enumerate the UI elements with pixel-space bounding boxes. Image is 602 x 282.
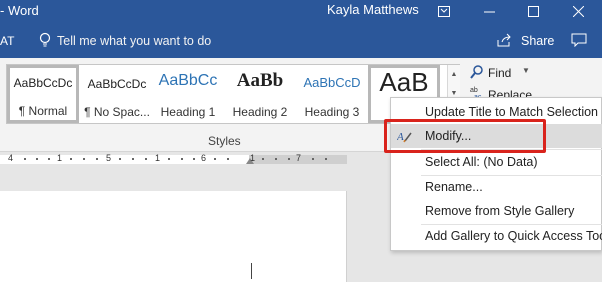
menu-item-rename[interactable]: Rename...: [391, 175, 602, 199]
ruler-tick: [48, 158, 50, 160]
menu-item-remove-from-gallery[interactable]: Remove from Style Gallery: [391, 199, 602, 223]
document-page[interactable]: [0, 191, 347, 282]
style-tile-heading-1[interactable]: AaBbCc Heading 1: [152, 67, 224, 123]
text-cursor: [251, 263, 252, 279]
app-title: - Word: [0, 3, 39, 18]
ruler-tick: [83, 158, 85, 160]
style-name: ¶ No Spac...: [84, 105, 150, 119]
menu-item-label: Add Gallery to Quick Access Toolb: [425, 229, 602, 243]
style-name: Heading 2: [232, 105, 288, 119]
close-icon[interactable]: [566, 0, 590, 22]
style-name: Heading 1: [160, 105, 216, 119]
comment-icon[interactable]: [571, 33, 587, 47]
share-button[interactable]: Share: [521, 34, 554, 48]
ruler-tick: [36, 158, 38, 160]
style-preview: AaB: [379, 67, 429, 97]
title-bar: - Word Kayla Matthews: [0, 0, 602, 22]
ruler-tick: [168, 158, 170, 160]
ruler-tick: [275, 158, 277, 160]
style-tile-heading-2[interactable]: AaBb Heading 2: [224, 67, 296, 123]
find-dropdown-icon[interactable]: ▼: [522, 66, 530, 75]
highlight-box: [384, 119, 546, 153]
menu-item-select-all[interactable]: Select All: (No Data): [391, 150, 602, 174]
ruler-tick: [119, 158, 121, 160]
tab-partial[interactable]: AT: [0, 34, 14, 48]
style-preview: AaBbCcD: [303, 75, 361, 90]
ruler-number: 1: [250, 153, 256, 163]
style-tile-no-spacing[interactable]: AaBbCcDc ¶ No Spac...: [81, 67, 153, 123]
ribbon-display-icon[interactable]: [432, 0, 456, 22]
ruler-number: 5: [106, 153, 112, 163]
ruler-tick: [70, 158, 72, 160]
menu-item-label: Remove from Style Gallery: [425, 204, 575, 218]
style-preview: AaBbCcDc: [13, 76, 73, 90]
ruler-tick: [181, 158, 183, 160]
style-preview: AaBbCc: [158, 72, 218, 89]
tell-me-search[interactable]: Tell me what you want to do: [57, 34, 211, 48]
ribbon-tabs-bar: AT Tell me what you want to do Share: [0, 22, 602, 58]
ruler-tick: [132, 158, 134, 160]
ruler-tick: [312, 158, 314, 160]
minimize-icon[interactable]: [477, 0, 501, 22]
ruler-tick: [227, 158, 229, 160]
ruler-number: 4: [8, 153, 14, 163]
ruler-tick: [262, 158, 264, 160]
ruler-number: 1: [155, 153, 161, 163]
find-button[interactable]: Find: [488, 66, 511, 80]
menu-item-label: Update Title to Match Selection: [425, 105, 599, 119]
style-preview: AaBb: [236, 70, 284, 91]
ruler-tick: [325, 158, 327, 160]
svg-text:ab: ab: [470, 87, 478, 94]
style-tile-normal[interactable]: AaBbCcDc ¶ Normal: [7, 65, 79, 123]
ruler-tick: [193, 158, 195, 160]
share-icon[interactable]: [497, 33, 513, 47]
maximize-icon[interactable]: [521, 0, 545, 22]
ruler-number: 7: [296, 153, 302, 163]
ruler-tick: [214, 158, 216, 160]
style-preview: AaBbCcDc: [87, 77, 147, 91]
menu-item-add-to-quick-access[interactable]: Add Gallery to Quick Access Toolb: [391, 224, 602, 248]
menu-item-label: Select All: (No Data): [425, 155, 538, 169]
user-name[interactable]: Kayla Matthews: [327, 2, 419, 17]
find-icon: [470, 65, 483, 79]
ruler-tick: [288, 158, 290, 160]
style-tile-heading-3[interactable]: AaBbCcD Heading 3: [296, 67, 368, 123]
ruler-tick: [96, 158, 98, 160]
menu-item-label: Rename...: [425, 180, 483, 194]
styles-group-label: Styles: [208, 134, 241, 148]
style-name: ¶ Normal: [18, 104, 68, 118]
ruler-tick: [145, 158, 147, 160]
scroll-up-icon[interactable]: ▲: [448, 65, 460, 84]
lightbulb-icon: [39, 32, 51, 47]
style-name: Heading 3: [304, 105, 360, 119]
ruler-tick: [24, 158, 26, 160]
ruler-number: 6: [201, 153, 207, 163]
ruler-number: 1: [57, 153, 63, 163]
